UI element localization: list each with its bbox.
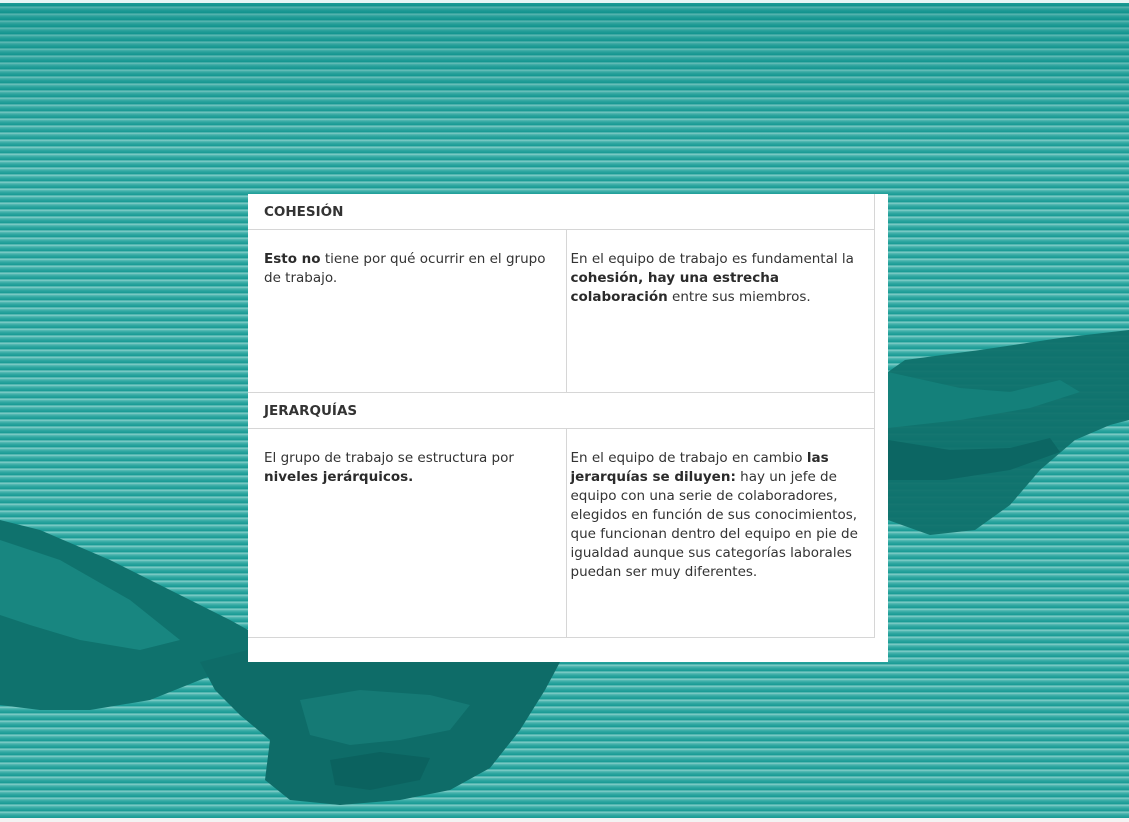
table-row-cohesion-heading: COHESIÓN [248,194,875,230]
table-row-jerarquias-heading: JERARQUÍAS [248,392,875,429]
table-row-cohesion: Esto no tiene por qué ocurrir en el grup… [248,229,875,393]
cell-equipo-jerarquias: En el equipo de trabajo en cambio las je… [565,428,875,638]
cell-grupo-jerarquias: El grupo de trabajo se estructura por ni… [248,428,567,638]
cell-grupo-cohesion: Esto no tiene por qué ocurrir en el grup… [248,229,567,393]
table-row-jerarquias: El grupo de trabajo se estructura por ni… [248,428,875,638]
section-heading-jerarquias: JERARQUÍAS [248,392,875,429]
viewer-bottom-edge [0,818,1129,822]
comparison-table: COHESIÓN Esto no tiene por qué ocurrir e… [248,194,875,638]
cell-text: hay un jefe de equipo con una serie de c… [570,469,858,580]
emphasis-text: niveles jerárquicos. [264,469,414,485]
cell-text: entre sus miembros. [667,289,811,305]
content-panel: COHESIÓN Esto no tiene por qué ocurrir e… [248,194,888,662]
cell-text: El grupo de trabajo se estructura por [264,450,514,466]
slide-background: COHESIÓN Esto no tiene por qué ocurrir e… [0,0,1129,818]
right-hand-shape [888,330,1129,535]
cell-equipo-cohesion: En el equipo de trabajo es fundamental l… [565,229,875,393]
emphasis-text: Esto no [264,251,321,267]
cell-text: En el equipo de trabajo es fundamental l… [570,251,854,267]
section-heading-cohesion: COHESIÓN [248,194,875,230]
cell-text: En el equipo de trabajo en cambio [570,450,807,466]
